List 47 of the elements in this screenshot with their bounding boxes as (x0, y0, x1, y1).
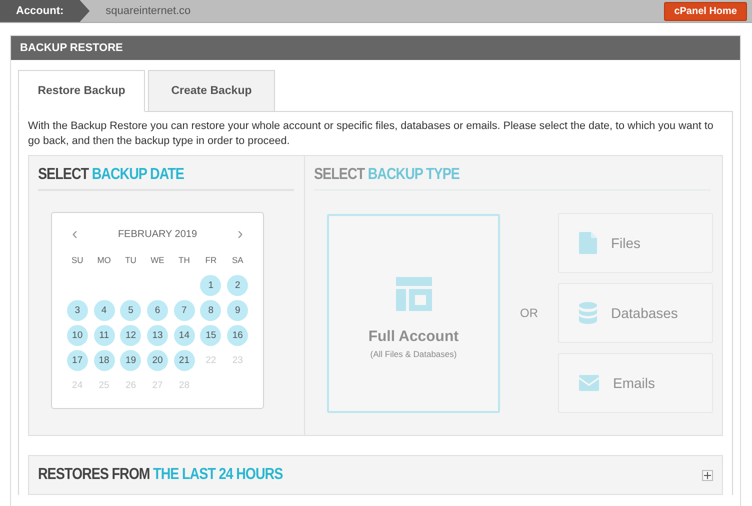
calendar-day[interactable]: 20 (146, 350, 168, 371)
weekday-label: MO (96, 255, 112, 267)
calendar-day[interactable]: 13 (146, 325, 168, 346)
calendar-day[interactable]: 10 (66, 325, 88, 346)
weekday-label: FR (204, 255, 218, 267)
calendar-day[interactable]: 1 (200, 275, 222, 296)
calendar-day[interactable]: 12 (120, 325, 142, 346)
calendar-day[interactable]: 18 (94, 350, 115, 371)
weekday-label: WE (150, 255, 166, 267)
calendar-day[interactable]: 5 (120, 300, 142, 321)
weekday-label: TH (178, 255, 191, 267)
calendar-day[interactable]: 19 (120, 350, 142, 371)
weekday-label: SA (230, 255, 244, 267)
section-heading: SELECT BACKUP DATE (38, 156, 294, 191)
month-title: FEBRUARY 2019 (118, 228, 198, 240)
section-heading: SELECT BACKUP TYPE (314, 156, 711, 191)
calendar-day[interactable]: 17 (66, 350, 88, 371)
calendar-day[interactable]: 3 (66, 300, 88, 321)
weekday-label: TU (124, 255, 138, 267)
cpanel-home-button[interactable]: cPanel Home (664, 2, 747, 20)
expand-icon[interactable] (702, 470, 713, 480)
calendar-day[interactable]: 7 (174, 300, 195, 321)
database-icon (579, 302, 597, 324)
layout-icon (396, 276, 432, 310)
description-text: With the Backup Restore you can restore your whole account or specific files, databases or emails. Please select the date, to which you want to go back, and then the backup type in order to proceed. (28, 119, 714, 148)
or-separator: OR (520, 306, 538, 320)
option-subtitle: (All Files & Databases) (370, 348, 457, 358)
calendar-day[interactable]: 11 (94, 325, 115, 346)
tab[interactable]: Restore Backup (18, 70, 145, 112)
calendar-day[interactable]: 14 (174, 325, 195, 346)
weekday-label: SU (70, 255, 84, 267)
calendar-day[interactable]: 4 (94, 300, 115, 321)
calendar-day[interactable]: 21 (174, 350, 195, 371)
account-domain: squareinternet.co (106, 5, 192, 17)
document-icon (579, 232, 597, 254)
calendar-day[interactable]: 6 (146, 300, 168, 321)
calendar-day[interactable]: 8 (200, 300, 222, 321)
panel-title: BACKUP RESTORE (11, 36, 740, 60)
tab[interactable]: Create Backup (148, 70, 275, 112)
envelope-icon (579, 375, 599, 391)
option-title: Full Account (368, 328, 459, 344)
calendar-day[interactable]: 9 (227, 300, 248, 321)
calendar-day[interactable]: 2 (227, 275, 248, 296)
calendar-day[interactable]: 16 (227, 325, 248, 346)
section-heading: RESTORES FROM THE LAST 24 HOURS (38, 466, 283, 484)
calendar-day[interactable]: 15 (200, 325, 222, 346)
account-label: Account: (0, 0, 90, 22)
